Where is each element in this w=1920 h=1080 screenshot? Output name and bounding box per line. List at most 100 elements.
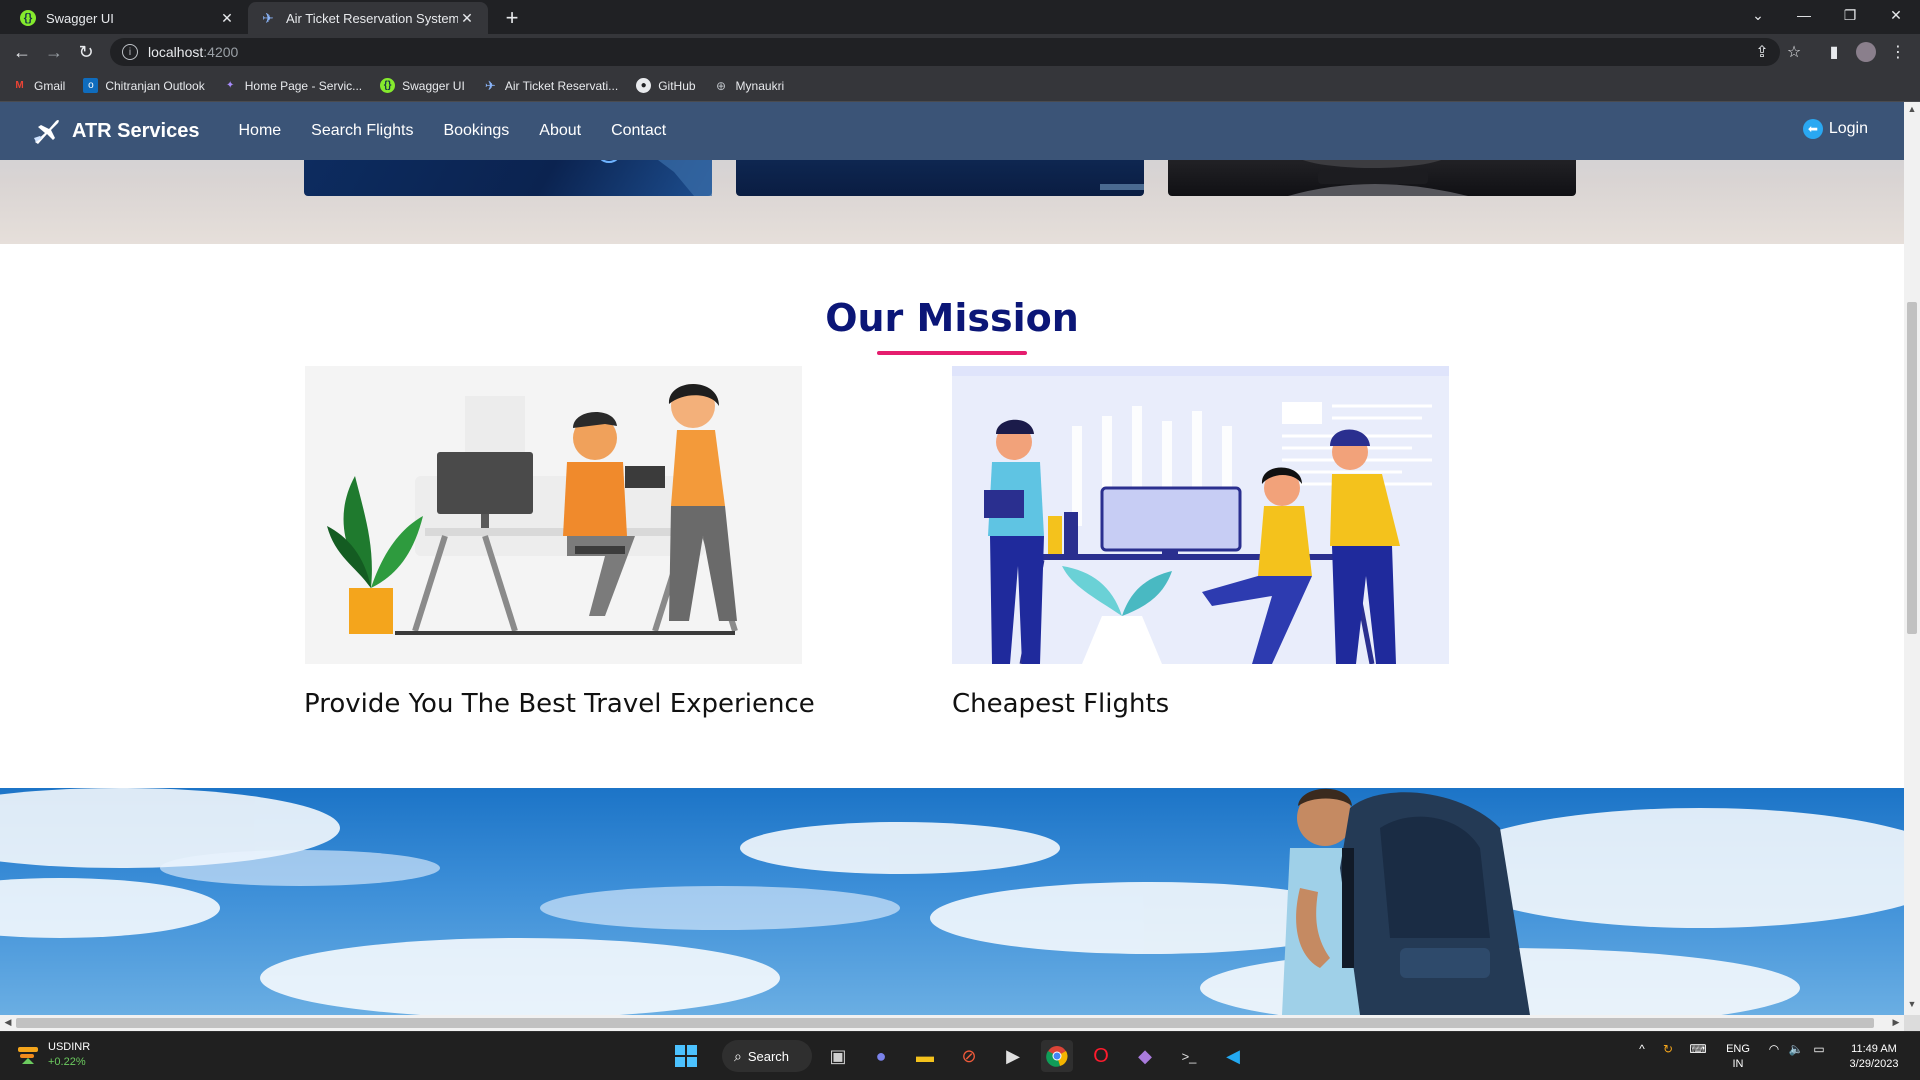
nav-about[interactable]: About [539,122,581,140]
bookmark-star-icon[interactable]: ☆ [1780,38,1808,66]
input-language[interactable]: ENG IN [1722,1042,1754,1072]
bookmark-air-ticket[interactable]: ✈ Air Ticket Reservati... [483,78,618,93]
bookmark-label: Mynaukri [735,78,785,93]
nav-contact[interactable]: Contact [611,122,666,140]
clock-date: 3/29/2023 [1849,1058,1899,1070]
tab-search-chevron-icon[interactable]: ⌄ [1736,0,1780,30]
media-player-icon[interactable]: ▶ [997,1040,1029,1072]
globe-icon: ⊕ [716,78,727,93]
site-navbar: ATR Services Home Search Flights Booking… [0,102,1904,160]
restore-button[interactable]: ❐ [1828,0,1872,30]
file-explorer-icon[interactable]: ▬ [909,1040,941,1072]
browser-tab-strip: {} Swagger UI ✕ ✈ Air Ticket Reservation… [0,0,1920,34]
gmail-icon: M [15,80,24,91]
close-tab-icon[interactable]: ✕ [458,10,476,27]
section-title: Our Mission [825,296,1079,340]
profile-avatar[interactable] [1852,38,1880,66]
scroll-thumb[interactable] [16,1018,1874,1028]
lang-region: IN [1732,1058,1744,1070]
bookmark-swagger[interactable]: {} Swagger UI [380,78,465,93]
card-title-cheapest-flights: Cheapest Flights [952,689,1170,719]
tab-title: Air Ticket Reservation System [286,10,458,26]
nav-search-flights[interactable]: Search Flights [311,122,413,140]
tab-air-ticket-reservation[interactable]: ✈ Air Ticket Reservation System ✕ [248,2,488,34]
tab-title: Swagger UI [46,10,114,26]
battery-icon[interactable]: ▭ [1808,1042,1830,1056]
servicenow-icon: ✦ [226,80,235,91]
airplane-logo-icon [34,119,59,144]
traveler-banner [0,788,1904,1015]
terminal-icon[interactable]: >_ [1173,1040,1205,1072]
bookmark-label: Gmail [34,78,66,93]
scroll-left-arrow-icon[interactable]: ◀ [1,1017,15,1029]
keyboard-icon[interactable]: ⌨ [1686,1042,1710,1056]
brand[interactable]: ATR Services [32,116,199,146]
taskbar-search[interactable]: ⌕ Search [722,1040,812,1072]
bookmark-outlook[interactable]: o Chitranjan Outlook [83,78,205,93]
chrome-icon[interactable] [1041,1040,1073,1072]
vertical-scrollbar[interactable]: ▲ ▼ [1904,102,1920,1015]
horizontal-scrollbar[interactable]: ◀ ▶ [0,1015,1904,1031]
stock-chart-icon [18,1047,38,1064]
bookmark-label: Air Ticket Reservati... [504,78,619,93]
site-info-icon[interactable]: i [122,44,138,60]
menu-kebab-icon[interactable]: ⋮ [1884,38,1912,66]
github-icon: ● [636,78,652,93]
bookmark-github[interactable]: ● GitHub [636,78,696,93]
lang-code: ENG [1726,1043,1750,1055]
bookmark-label: GitHub [658,78,696,93]
system-clock[interactable]: 11:49 AM 3/29/2023 [1836,1042,1912,1072]
close-window-button[interactable]: ✕ [1874,0,1918,30]
wifi-icon[interactable]: ◠ [1764,1042,1784,1056]
visual-studio-icon[interactable]: ◆ [1129,1040,1161,1072]
page-viewport: ATR Services Home Search Flights Booking… [0,102,1904,1015]
side-panel-icon[interactable]: ▮ [1820,38,1848,66]
sync-icon[interactable]: ↻ [1656,1042,1680,1056]
vscode-icon[interactable]: ◀ [1217,1040,1249,1072]
opera-icon[interactable]: O [1085,1040,1117,1072]
swagger-icon: {} [380,78,396,93]
url-port: :4200 [203,44,239,60]
login-button[interactable]: ⬅ Login [1802,119,1868,139]
nav-home[interactable]: Home [238,122,281,140]
traveler-with-backpack-image [0,788,1904,1015]
postman-icon[interactable]: ⊘ [953,1040,985,1072]
scroll-thumb[interactable] [1907,302,1917,634]
title-underline [877,351,1027,355]
browser-toolbar: ← → ↻ i localhost:4200 ⇪ ☆ ▮ ⋮ [0,34,1920,70]
teams-chat-icon[interactable]: ● [865,1040,897,1072]
stock-widget[interactable]: USDINR +0.22% [16,1040,90,1070]
nav-links: Home Search Flights Bookings About Conta… [223,122,681,140]
forward-button[interactable]: → [40,38,68,66]
windows-taskbar: USDINR +0.22% ⌕ Search ▣ ● ▬ ⊘ ▶ O ◆ >_ … [0,1031,1920,1080]
scroll-down-arrow-icon[interactable]: ▼ [1904,999,1920,1013]
bookmark-label: Chitranjan Outlook [105,78,205,93]
scroll-right-arrow-icon[interactable]: ▶ [1889,1017,1903,1029]
office-teamwork-illustration [952,366,1449,665]
minimize-button[interactable]: — [1782,0,1826,30]
task-view-icon[interactable]: ▣ [822,1040,854,1072]
address-bar[interactable]: i localhost:4200 [110,38,1780,66]
mission-section: Our Mission Provide You The Best Travel … [0,244,1904,788]
back-button[interactable]: ← [8,38,36,66]
volume-icon[interactable]: 🔈 [1786,1042,1806,1056]
bookmark-mynaukri[interactable]: ⊕ Mynaukri [714,78,785,93]
bookmark-home-page[interactable]: ✦ Home Page - Servic... [223,78,362,93]
brand-name: ATR Services [72,119,200,142]
reload-button[interactable]: ↻ [72,38,100,66]
stock-change: +0.22% [48,1056,86,1068]
card-title-best-experience: Provide You The Best Travel Experience [304,689,815,719]
outlook-icon: o [83,78,99,93]
new-tab-button[interactable]: + [498,4,526,32]
share-icon[interactable]: ⇪ [1748,38,1776,66]
plane-icon: ✈ [262,9,274,26]
bookmark-gmail[interactable]: M Gmail [12,78,65,93]
tab-swagger-ui[interactable]: {} Swagger UI ✕ [8,2,248,34]
close-tab-icon[interactable]: ✕ [218,10,236,27]
start-button[interactable] [670,1040,702,1072]
show-hidden-icons-chevron-icon[interactable]: ^ [1632,1042,1652,1056]
team-at-desk-illustration [305,366,802,664]
stock-symbol: USDINR [48,1041,91,1053]
nav-bookings[interactable]: Bookings [443,122,509,140]
scroll-up-arrow-icon[interactable]: ▲ [1904,104,1920,118]
